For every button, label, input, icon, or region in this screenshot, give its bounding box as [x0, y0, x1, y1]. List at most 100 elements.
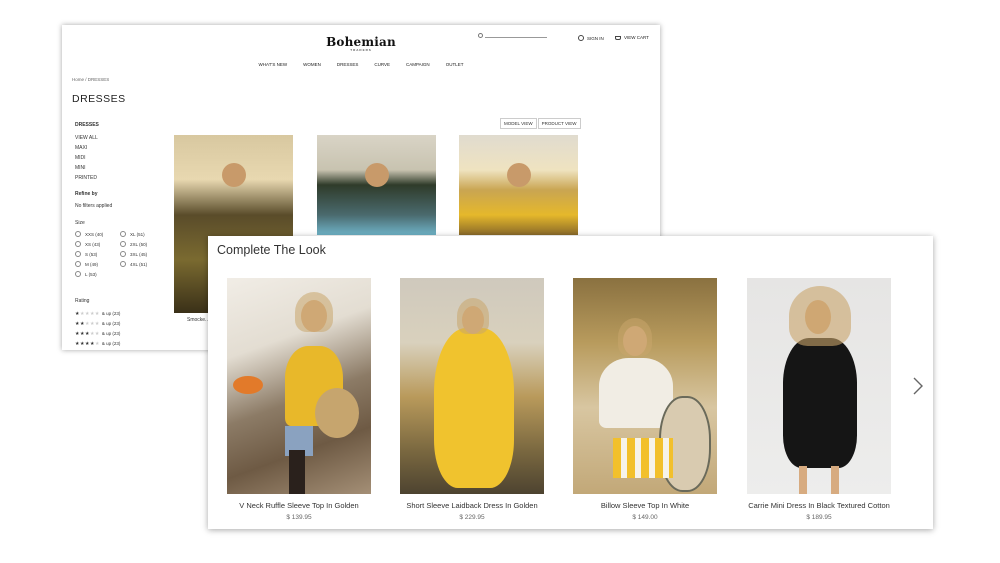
view-cart-link[interactable]: VIEW CART — [615, 35, 649, 40]
sidebar-item-maxi[interactable]: MAXI — [75, 143, 99, 153]
rating-label: & up (23) — [101, 321, 121, 326]
sign-in-link[interactable]: SIGN IN — [578, 35, 604, 41]
product-price: $ 139.95 — [286, 514, 312, 521]
category-sidebar: DRESSES VIEW ALL MAXI MIDI MINI PRINTED — [75, 122, 99, 183]
model-hair — [295, 292, 333, 332]
size-option[interactable]: XL (51) — [120, 231, 165, 237]
size-label: XL (51) — [130, 231, 145, 237]
size-label: XS (43) — [85, 241, 101, 247]
size-label: XXS (40) — [85, 231, 104, 237]
refine-status: No filters applied — [75, 203, 113, 209]
size-option[interactable]: 3XL (45) — [120, 251, 165, 257]
cart-icon — [615, 35, 621, 40]
view-toggle: MODEL VIEW PRODUCT VIEW — [500, 118, 581, 129]
product-name[interactable]: Carrie Mini Dress In Black Textured Cott… — [747, 501, 891, 510]
radio-icon[interactable] — [120, 261, 126, 267]
rating-option[interactable]: ★★★★★ & up (23) — [75, 309, 120, 319]
product-name[interactable]: Short Sleeve Laidback Dress In Golden — [400, 501, 544, 510]
model-hair — [618, 318, 652, 356]
radio-icon[interactable] — [120, 231, 126, 237]
sidebar-item-mini[interactable]: MINI — [75, 163, 99, 173]
size-filter: XXS (40) XL (51) XS (43) 2XL (50) S (53)… — [75, 231, 165, 277]
main-nav: WHAT'S NEW WOMEN DRESSES CURVE CAMPAIGN … — [62, 62, 660, 67]
size-option[interactable]: L (53) — [75, 271, 120, 277]
product-card[interactable]: Billow Sleeve Top In White $ 149.00 — [573, 278, 717, 521]
radio-icon[interactable] — [75, 261, 81, 267]
rating-option[interactable]: ★★★★★ & up (23) — [75, 329, 120, 339]
radio-icon[interactable] — [120, 241, 126, 247]
size-option[interactable]: XS (43) — [75, 241, 120, 247]
radio-icon[interactable] — [75, 251, 81, 257]
brand-logo[interactable]: Bohemian TRADERS — [62, 35, 660, 52]
sidebar-heading: DRESSES — [75, 122, 99, 128]
product-image[interactable] — [459, 135, 578, 235]
modal-title: Complete The Look — [217, 243, 326, 257]
model-view-button[interactable]: MODEL VIEW — [500, 118, 537, 129]
model-figure — [783, 338, 857, 468]
product-name[interactable]: Smocke... — [187, 317, 209, 323]
sidebar-item-printed[interactable]: PRINTED — [75, 173, 99, 183]
product-price: $ 149.00 — [632, 514, 658, 521]
star-rating-icon: ★★★★★ — [75, 331, 100, 337]
nav-item-campaign[interactable]: CAMPAIGN — [398, 62, 438, 67]
size-option[interactable]: S (53) — [75, 251, 120, 257]
rating-heading: Rating — [75, 298, 90, 304]
product-view-button[interactable]: PRODUCT VIEW — [537, 118, 581, 129]
size-label: 3XL (45) — [130, 251, 148, 257]
search-icon[interactable] — [478, 33, 483, 38]
rating-label: & up (23) — [101, 331, 121, 336]
size-option[interactable]: M (49) — [75, 261, 120, 267]
straw-bag — [315, 388, 359, 438]
size-option[interactable]: 2XL (50) — [120, 241, 165, 247]
view-cart-label: VIEW CART — [624, 35, 649, 40]
boot — [289, 450, 305, 494]
product-card[interactable]: Carrie Mini Dress In Black Textured Cott… — [747, 278, 891, 521]
radio-icon[interactable] — [75, 241, 81, 247]
refine-panel: Refine by No filters applied — [75, 191, 112, 209]
product-image[interactable] — [227, 278, 371, 494]
logo-subtext: TRADERS — [350, 48, 372, 52]
product-image[interactable] — [317, 135, 436, 235]
leg — [799, 466, 807, 494]
rating-label: & up (23) — [101, 341, 121, 346]
rating-option[interactable]: ★★★★★ & up (23) — [75, 339, 120, 349]
size-label: 2XL (50) — [130, 241, 148, 247]
sidebar-item-midi[interactable]: MIDI — [75, 153, 99, 163]
search-bar[interactable] — [478, 33, 547, 38]
striped-towel — [613, 438, 673, 478]
product-name[interactable]: V Neck Ruffle Sleeve Top In Golden — [227, 501, 371, 510]
complete-the-look-modal: Complete The Look V Neck Ruffle Sleeve T… — [208, 236, 933, 529]
star-rating-icon: ★★★★★ — [75, 341, 100, 347]
product-image[interactable] — [747, 278, 891, 494]
nav-item-outlet[interactable]: OUTLET — [438, 62, 472, 67]
product-card[interactable]: V Neck Ruffle Sleeve Top In Golden $ 139… — [227, 278, 371, 521]
chevron-right-icon[interactable] — [911, 375, 925, 397]
model-figure — [221, 163, 246, 187]
search-input[interactable] — [485, 37, 547, 38]
logo-text: Bohemian — [326, 35, 396, 49]
sidebar-item-view-all[interactable]: VIEW ALL — [75, 133, 99, 143]
radio-icon[interactable] — [120, 251, 126, 257]
breadcrumb[interactable]: Home / DRESSES — [72, 77, 109, 82]
product-image[interactable] — [573, 278, 717, 494]
model-figure — [506, 163, 531, 187]
product-price: $ 229.95 — [459, 514, 485, 521]
page-title: DRESSES — [72, 93, 126, 105]
radio-icon[interactable] — [75, 271, 81, 277]
radio-icon[interactable] — [75, 231, 81, 237]
size-option[interactable]: 4XL (51) — [120, 261, 165, 267]
account-icon — [578, 35, 584, 41]
rating-option[interactable]: ★★★★★ & up (23) — [75, 319, 120, 329]
star-rating-icon: ★★★★★ — [75, 311, 100, 317]
nav-item-women[interactable]: WOMEN — [295, 62, 329, 67]
size-label: 4XL (51) — [130, 261, 148, 267]
rating-filter: ★★★★★ & up (23) ★★★★★ & up (23) ★★★★★ & up … — [75, 309, 120, 349]
nav-item-dresses[interactable]: DRESSES — [329, 62, 367, 67]
product-image[interactable] — [400, 278, 544, 494]
product-name[interactable]: Billow Sleeve Top In White — [573, 501, 717, 510]
size-option[interactable]: XXS (40) — [75, 231, 120, 237]
nav-item-curve[interactable]: CURVE — [366, 62, 398, 67]
product-card[interactable]: Short Sleeve Laidback Dress In Golden $ … — [400, 278, 544, 521]
nav-item-whats-new[interactable]: WHAT'S NEW — [251, 62, 296, 67]
star-rating-icon: ★★★★★ — [75, 321, 100, 327]
